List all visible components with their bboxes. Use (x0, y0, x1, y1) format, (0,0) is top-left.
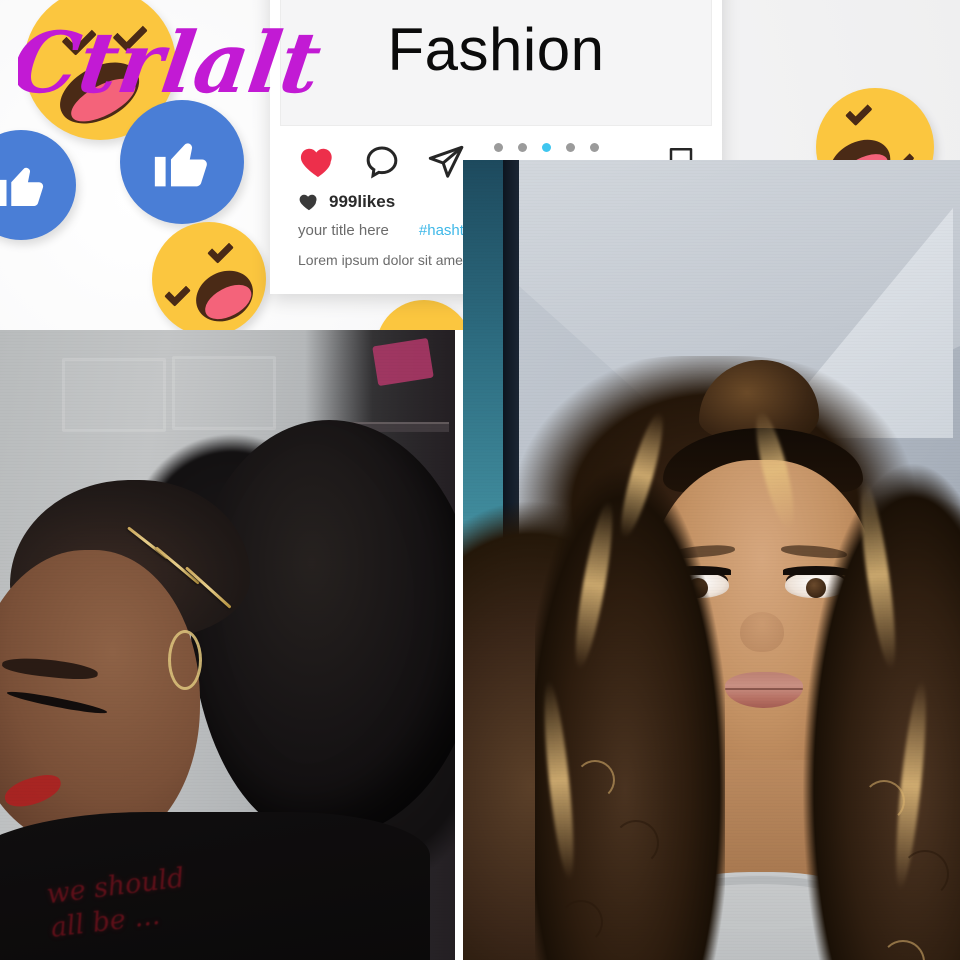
laughing-emoji-bottom-right (376, 300, 472, 330)
thumbs-up-icon (0, 156, 52, 213)
hoop-earring (168, 630, 202, 690)
emoji-eye-right (207, 236, 234, 264)
emoji-face (152, 222, 266, 330)
caption-title: your title here (298, 222, 389, 239)
likes-count: 999likes (329, 192, 396, 211)
emoji-eye-left (844, 98, 873, 126)
emoji-eye-left (163, 279, 191, 307)
emoji-eye-right (112, 16, 149, 53)
thumbs-up-emoji-center (120, 100, 244, 224)
carousel-dot-4[interactable] (566, 143, 575, 152)
heart-filled-icon (298, 191, 320, 213)
carousel-dot-2[interactable] (518, 143, 527, 152)
caption-title-row: your title here #hashtag (298, 222, 481, 239)
thumbs-up-icon (147, 130, 216, 194)
photo-left-natural-ponytail: we should all be ... (0, 330, 455, 960)
curl-3 (863, 780, 905, 822)
carousel-dot-5[interactable] (590, 143, 599, 152)
laughing-emoji-bottom (152, 222, 266, 330)
post-image-placeholder: Fashion (280, 0, 712, 126)
emoji-mouth (187, 261, 263, 330)
emoji-face (376, 300, 472, 330)
likes-row: 999likes (298, 191, 395, 213)
curl-4 (901, 850, 949, 898)
hair-front-left (535, 460, 725, 960)
page-title: Fashion (387, 16, 605, 83)
comment-icon[interactable] (362, 142, 402, 182)
carousel-dot-1[interactable] (494, 143, 503, 152)
carousel-dots (494, 143, 599, 152)
nose (740, 612, 784, 652)
curl-5 (559, 900, 603, 944)
share-icon[interactable] (426, 142, 466, 182)
carousel-dot-3-active[interactable] (542, 143, 551, 152)
emoji-tongue (199, 278, 257, 327)
curl-1 (575, 760, 615, 800)
emoji-tongue (65, 69, 143, 130)
photo-right-highlighted-curls (463, 160, 960, 960)
curl-2 (613, 820, 659, 866)
lip-line (725, 688, 803, 690)
collage-canvas: Fashion 999likes your title here #hashta… (0, 0, 960, 960)
post-action-row (298, 142, 466, 182)
like-icon[interactable] (298, 142, 338, 182)
caption-body: Lorem ipsum dolor sit amet (298, 252, 467, 268)
emoji-eye-left (60, 19, 97, 56)
photo-gap-divider (455, 330, 463, 960)
